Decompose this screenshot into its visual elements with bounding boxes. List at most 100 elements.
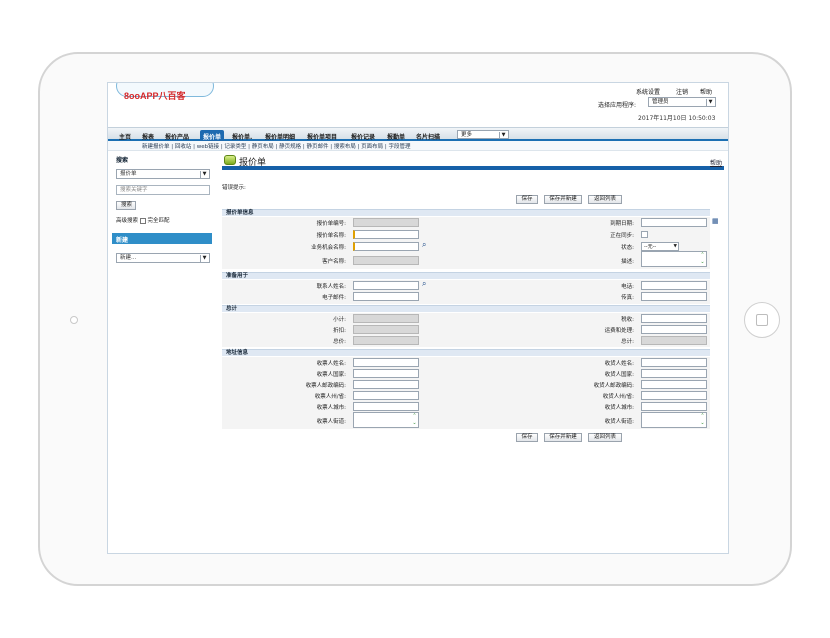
shipping-field[interactable]: [641, 325, 707, 334]
resize-arrows-icon: ⌃ ⌄: [412, 413, 417, 426]
chevron-down-icon: ▼: [706, 99, 714, 106]
help-link[interactable]: 帮助: [700, 87, 712, 96]
more-select-value: 更多: [461, 132, 473, 138]
sidebar: 搜索 报价单 ▼ 搜索关键字 搜索 高级搜索 完全匹配 新建 新建... ▼: [112, 153, 216, 553]
quote-number-label: 报价单编号:: [316, 221, 346, 227]
quote-name-field[interactable]: [353, 230, 419, 239]
tab-quote-details[interactable]: 报价单明细: [262, 130, 298, 141]
bill-zip-label: 收票人邮政编码:: [305, 383, 346, 389]
description-field[interactable]: ⌃ ⌄: [641, 251, 707, 267]
email-label: 电子邮件:: [322, 295, 346, 301]
error-note: 错误提示:: [222, 185, 246, 191]
ship-street-label: 收货人街道:: [604, 419, 634, 425]
phone-field[interactable]: [641, 281, 707, 290]
tab-quote-items[interactable]: 报价单项目: [304, 130, 340, 141]
search-icon[interactable]: ⌕: [422, 240, 426, 250]
app-select-value: 管理员: [652, 99, 669, 105]
ship-name-field[interactable]: [641, 358, 707, 367]
fax-field[interactable]: [641, 292, 707, 301]
bill-country-field[interactable]: [353, 369, 419, 378]
app-select[interactable]: 管理员 ▼: [648, 97, 716, 107]
logo-text: 8ooAPP八百客: [124, 91, 186, 101]
resize-arrows-icon: ⌃ ⌄: [700, 413, 705, 426]
tab-reports[interactable]: 报表: [139, 130, 157, 141]
search-title: 搜索: [116, 157, 129, 164]
main-content: 报价单 帮助 错误提示: 保存 保存并新建 返回列表 报价单信息 报价单编号: …: [222, 153, 724, 543]
app-select-label: 选择应用程序:: [598, 102, 637, 109]
quote-info-rows: 报价单编号: 报价单名称: 业务机会名称: ⌕ 客户名称: 到期日期: ▦ 正在…: [222, 217, 719, 269]
bill-zip-field[interactable]: [353, 380, 419, 389]
tab-home[interactable]: 主页: [116, 130, 134, 141]
home-button[interactable]: [744, 302, 780, 338]
back-list-button-bottom[interactable]: 返回列表: [588, 433, 622, 442]
address-rows: 收票人姓名: 收票人国家: 收票人邮政编码: 收票人州/省: 收票人城市: 收票…: [222, 357, 710, 429]
save-new-button-bottom[interactable]: 保存并新建: [544, 433, 582, 442]
search-object-select[interactable]: 报价单 ▼: [116, 169, 210, 179]
account-label: 客户名称:: [322, 259, 346, 265]
bill-street-field[interactable]: ⌃ ⌄: [353, 412, 419, 428]
chevron-down-icon: ▼: [200, 255, 208, 262]
grand-total-field: [641, 336, 707, 345]
ship-name-label: 收货人姓名:: [604, 361, 634, 367]
calendar-icon[interactable]: ▦: [712, 217, 719, 225]
chevron-down-icon: ▼: [200, 171, 208, 178]
contact-name-label: 联系人姓名:: [316, 284, 346, 290]
bill-name-field[interactable]: [353, 358, 419, 367]
new-select[interactable]: 新建... ▼: [116, 253, 210, 263]
ship-city-field[interactable]: [641, 402, 707, 411]
ship-state-field[interactable]: [641, 391, 707, 400]
search-input[interactable]: 搜索关键字: [116, 185, 210, 195]
ship-zip-field[interactable]: [641, 380, 707, 389]
tab-quotes[interactable]: 报价单: [200, 130, 225, 141]
ship-state-label: 收货人州/省:: [602, 394, 634, 400]
back-list-button[interactable]: 返回列表: [588, 195, 622, 204]
settings-link[interactable]: 系统设置: [636, 87, 660, 96]
ship-street-field[interactable]: ⌃ ⌄: [641, 412, 707, 428]
search-icon[interactable]: ⌕: [422, 279, 426, 289]
chevron-down-icon: ▼: [673, 244, 677, 249]
search-button[interactable]: 搜索: [116, 201, 136, 210]
due-date-field[interactable]: [641, 218, 707, 227]
help-link-page[interactable]: 帮助: [710, 158, 722, 167]
save-new-button[interactable]: 保存并新建: [544, 195, 582, 204]
new-select-value: 新建...: [120, 255, 137, 261]
section-quote-info: 报价单信息: [222, 209, 710, 216]
ship-city-label: 收货人城市:: [604, 405, 634, 411]
page-title: 报价单: [239, 158, 267, 168]
status-value: --无--: [644, 244, 657, 250]
contact-name-field[interactable]: [353, 281, 419, 290]
account-field: [353, 256, 419, 265]
save-button[interactable]: 保存: [516, 195, 538, 204]
section-total: 总计: [222, 305, 710, 312]
syncing-checkbox[interactable]: [641, 231, 648, 238]
tab-card-scan[interactable]: 名片扫描: [413, 130, 443, 141]
bill-city-field[interactable]: [353, 402, 419, 411]
advanced-search-link[interactable]: 高级搜索: [116, 218, 138, 224]
save-button-bottom[interactable]: 保存: [516, 433, 538, 442]
fax-label: 传真:: [621, 295, 634, 301]
tab-quotes-dot[interactable]: 报价单.: [229, 130, 255, 141]
ship-zip-label: 收货人邮政编码:: [593, 383, 634, 389]
discount-label: 折扣:: [333, 328, 346, 334]
description-label: 描述:: [621, 259, 634, 265]
resize-arrows-icon: ⌃ ⌄: [700, 252, 705, 265]
tab-quote-products[interactable]: 报价产品: [162, 130, 192, 141]
search-options: 高级搜索 完全匹配: [116, 216, 170, 224]
ship-country-field[interactable]: [641, 369, 707, 378]
logout-link[interactable]: 注销: [676, 87, 688, 96]
tab-quote-records[interactable]: 报价记录: [348, 130, 378, 141]
quote-name-label: 报价单名称:: [316, 233, 346, 239]
discount-field: [353, 325, 419, 334]
bill-state-field[interactable]: [353, 391, 419, 400]
tax-field[interactable]: [641, 314, 707, 323]
tab-bar: 主页 报表 报价产品 报价单 报价单. 报价单明细 报价单项目 报价记录 报勤单…: [108, 127, 728, 141]
email-field[interactable]: [353, 292, 419, 301]
exact-match-checkbox[interactable]: [139, 217, 146, 224]
more-select[interactable]: 更多 ▼: [457, 130, 509, 139]
sub-nav-links[interactable]: 新建报价单 | 回收站 | web链接 | 记录类型 | 静页布局 | 静页规格…: [142, 142, 411, 150]
status-label: 状态:: [621, 245, 634, 251]
status-select[interactable]: --无-- ▼: [641, 242, 679, 251]
phone-label: 电话:: [621, 284, 634, 290]
opportunity-field[interactable]: [353, 242, 419, 251]
tab-attendance[interactable]: 报勤单: [384, 130, 408, 141]
